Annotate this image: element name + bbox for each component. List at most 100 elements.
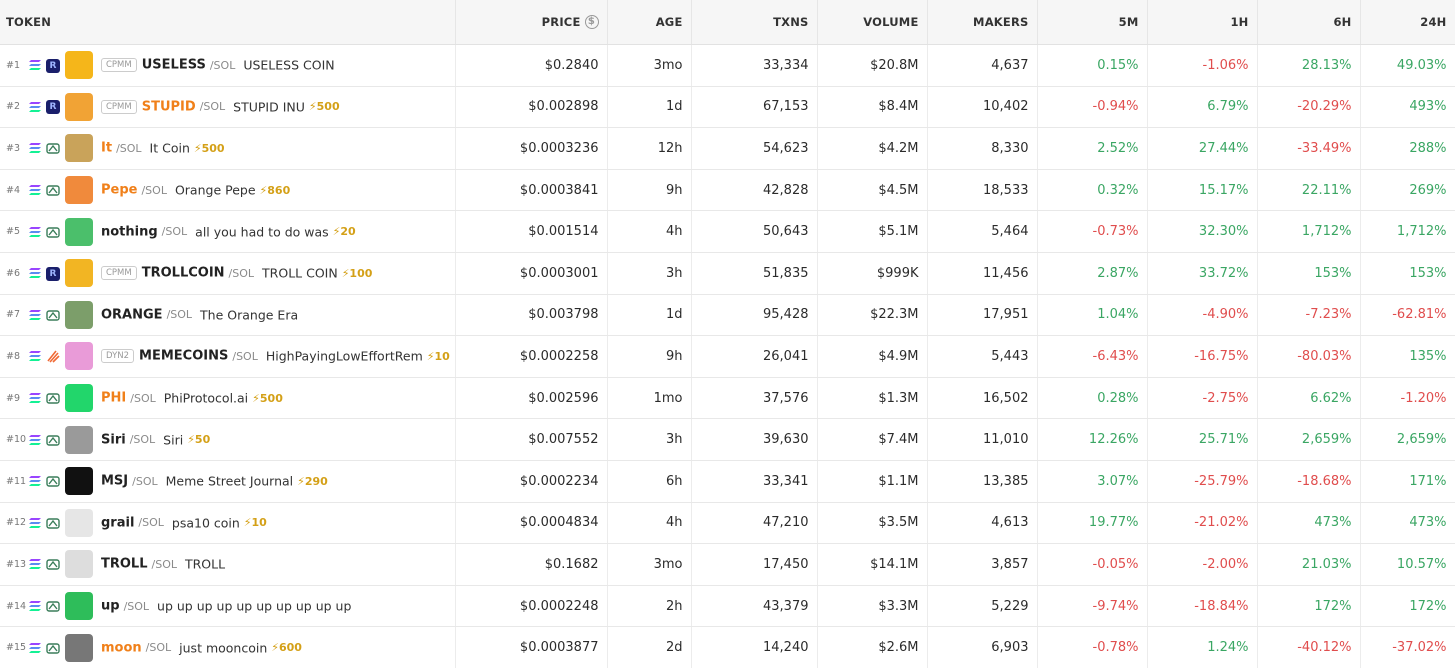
- table-row[interactable]: #3 It/SOL It Coin ⚡500 $0.0003236 12h 54,623 $4…: [0, 127, 1455, 170]
- token-cell[interactable]: #10 Siri/SOL Siri ⚡50: [0, 418, 456, 461]
- change-24h-cell: 171%: [1360, 460, 1455, 503]
- quote-pair: /SOL: [199, 100, 226, 114]
- change-1h-cell: -25.79%: [1147, 460, 1258, 503]
- token-symbol: MEMECOINS: [139, 348, 229, 364]
- table-row[interactable]: #14 up/SOL up up up up up up up up up up $0…: [0, 585, 1455, 628]
- price-cell: $0.0002234: [455, 460, 608, 503]
- quote-pair: /SOL: [130, 391, 156, 405]
- header-age[interactable]: AGE: [607, 0, 692, 45]
- table-row[interactable]: #7 ORANGE/SOL The Orange Era $0.003798 1d 95,…: [0, 294, 1455, 337]
- change-6h-cell: 28.13%: [1257, 44, 1361, 87]
- table-row[interactable]: #13 TROLL/SOL TROLL $0.1682 3mo 17,450 $14.1M 3…: [0, 543, 1455, 586]
- header-txns[interactable]: TXNS: [691, 0, 818, 45]
- token-cell[interactable]: #12 grail/SOL psa10 coin ⚡10: [0, 502, 456, 545]
- token-cell[interactable]: #2 R CPMM STUPID/SOL STUPID INU ⚡500: [0, 86, 456, 129]
- change-1h-cell: 32.30%: [1147, 210, 1258, 253]
- change-6h-cell: 1,712%: [1257, 210, 1361, 253]
- boost-badge: ⚡600: [271, 641, 302, 655]
- quote-pair: /SOL: [129, 433, 156, 447]
- change-5m-cell: 1.04%: [1037, 294, 1148, 337]
- pumpswap-icon: [46, 141, 60, 155]
- token-symbol: nothing: [101, 224, 158, 240]
- pumpswap-icon: [46, 183, 60, 197]
- boost-badge: ⚡20: [332, 225, 356, 239]
- token-cell[interactable]: #7 ORANGE/SOL The Orange Era: [0, 294, 456, 337]
- header-token[interactable]: TOKEN: [0, 0, 456, 45]
- age-cell: 6h: [607, 460, 692, 503]
- token-cell[interactable]: #9 PHI/SOL PhiProtocol.ai ⚡500: [0, 377, 456, 420]
- token-cell[interactable]: #5 nothing/SOL all you had to do was ⚡20: [0, 210, 456, 253]
- token-symbol: STUPID: [141, 99, 196, 115]
- age-cell: 9h: [607, 335, 692, 378]
- table-row[interactable]: #10 Siri/SOL Siri ⚡50 $0.007552 3h 39,630 $7.4M…: [0, 418, 1455, 461]
- token-cell[interactable]: #13 TROLL/SOL TROLL: [0, 543, 456, 586]
- currency-toggle-icon[interactable]: $: [584, 15, 599, 30]
- header-24h[interactable]: 24H: [1360, 0, 1455, 45]
- makers-cell: 8,330: [927, 127, 1038, 170]
- header-5m[interactable]: 5M: [1037, 0, 1148, 45]
- price-cell: $0.0003001: [455, 252, 608, 295]
- solana-chain-icon: [28, 392, 42, 404]
- table-row[interactable]: #1 R CPMM USELESS/SOL USELESS COIN $0.2840 3mo…: [0, 44, 1455, 87]
- change-5m-cell: -0.05%: [1037, 543, 1148, 586]
- header-makers[interactable]: MAKERS: [927, 0, 1038, 45]
- solana-chain-icon: [28, 642, 42, 654]
- header-price[interactable]: PRICE $: [455, 0, 608, 45]
- price-cell: $0.0002258: [455, 335, 608, 378]
- txns-cell: 14,240: [691, 626, 818, 668]
- table-row[interactable]: #15 moon/SOL just mooncoin ⚡600 $0.0003877 2d…: [0, 626, 1455, 668]
- change-6h-cell: 21.03%: [1257, 543, 1361, 586]
- troll-avatar: [65, 550, 93, 579]
- stupid-inu-avatar: [65, 92, 93, 121]
- table-row[interactable]: #12 grail/SOL psa10 coin ⚡10 $0.0004834 4h 47,…: [0, 502, 1455, 545]
- header-1h[interactable]: 1H: [1147, 0, 1258, 45]
- age-cell: 9h: [607, 169, 692, 212]
- pepe-avatar: [65, 176, 93, 205]
- table-row[interactable]: #4 Pepe/SOL Orange Pepe ⚡860 $0.0003841 9h 42,…: [0, 169, 1455, 212]
- change-24h-cell: 10.57%: [1360, 543, 1455, 586]
- solana-chain-icon: [28, 184, 42, 196]
- table-row[interactable]: #9 PHI/SOL PhiProtocol.ai ⚡500 $0.002596 1mo 3…: [0, 377, 1455, 420]
- table-row[interactable]: #8 DYN2 MEMECOINS/SOL HighPayingLowEffortRe…: [0, 335, 1455, 378]
- makers-cell: 3,857: [927, 543, 1038, 586]
- token-cell[interactable]: #11 MSJ/SOL Meme Street Journal ⚡290: [0, 460, 456, 503]
- volume-cell: $22.3M: [817, 294, 928, 337]
- token-cell[interactable]: #14 up/SOL up up up up up up up up up up: [0, 585, 456, 628]
- token-cell[interactable]: #3 It/SOL It Coin ⚡500: [0, 127, 456, 170]
- volume-cell: $14.1M: [817, 543, 928, 586]
- header-price-label: PRICE: [541, 14, 581, 29]
- token-cell[interactable]: #4 Pepe/SOL Orange Pepe ⚡860: [0, 169, 456, 212]
- table-header-row: TOKEN PRICE $ AGE TXNS VOLUME MAKERS 5M 1…: [0, 0, 1455, 45]
- boost-badge: ⚡50: [187, 433, 211, 447]
- header-volume[interactable]: VOLUME: [817, 0, 928, 45]
- quote-pair: /SOL: [132, 474, 158, 488]
- boost-badge: ⚡860: [259, 183, 291, 197]
- token-cell[interactable]: #15 moon/SOL just mooncoin ⚡600: [0, 626, 456, 668]
- quote-pair: /SOL: [141, 183, 167, 197]
- token-name: USELESS COIN: [243, 57, 335, 73]
- token-cell[interactable]: #6 R CPMM TROLLCOIN/SOL TROLL COIN ⚡100: [0, 252, 456, 295]
- token-name: up up up up up up up up up up: [157, 598, 352, 614]
- token-name: STUPID INU: [233, 99, 305, 115]
- token-symbol: up: [101, 598, 120, 614]
- table-row[interactable]: #2 R CPMM STUPID/SOL STUPID INU ⚡500 $0.002898…: [0, 86, 1455, 129]
- solana-chain-icon: [28, 101, 42, 113]
- solana-chain-icon: [28, 558, 42, 570]
- price-cell: $0.0003841: [455, 169, 608, 212]
- header-6h[interactable]: 6H: [1257, 0, 1361, 45]
- nothing-avatar: [65, 217, 93, 246]
- table-row[interactable]: #5 nothing/SOL all you had to do was ⚡20 $0.…: [0, 210, 1455, 253]
- txns-cell: 95,428: [691, 294, 818, 337]
- age-cell: 2d: [607, 626, 692, 668]
- volume-cell: $999K: [817, 252, 928, 295]
- token-cell[interactable]: #1 R CPMM USELESS/SOL USELESS COIN: [0, 44, 456, 87]
- token-cell[interactable]: #8 DYN2 MEMECOINS/SOL HighPayingLowEffortRe…: [0, 335, 456, 378]
- table-row[interactable]: #6 R CPMM TROLLCOIN/SOL TROLL COIN ⚡100 $0.000…: [0, 252, 1455, 295]
- table-row[interactable]: #11 MSJ/SOL Meme Street Journal ⚡290 $0.0002…: [0, 460, 1455, 503]
- token-symbol: TROLL: [101, 556, 148, 572]
- solana-chain-icon: [28, 350, 42, 362]
- quote-pair: /SOL: [116, 141, 142, 155]
- change-6h-cell: -20.29%: [1257, 86, 1361, 129]
- pool-type-badge: CPMM: [101, 58, 137, 73]
- txns-cell: 39,630: [691, 418, 818, 461]
